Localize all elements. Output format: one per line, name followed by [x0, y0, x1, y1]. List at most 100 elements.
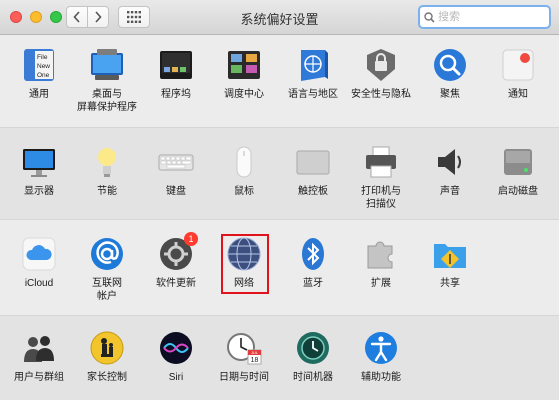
- pref-parental-controls[interactable]: 家长控制: [73, 320, 141, 400]
- pref-icloud[interactable]: iCloud: [5, 226, 73, 306]
- system-section: 用户与群组 家长控制 Siri JUL 18 日期与时间 时间机器 辅助功能: [0, 315, 559, 400]
- users-groups-icon: [24, 336, 54, 362]
- startup-disk-icon: [504, 149, 532, 175]
- grid-icon: [127, 11, 141, 23]
- chevron-right-icon: [95, 11, 102, 23]
- pref-label: 聚焦: [440, 89, 460, 100]
- pref-desktop-screensaver[interactable]: 桌面与 屏幕保护程序: [73, 37, 141, 117]
- pref-label: iCloud: [24, 278, 54, 289]
- general-icon-text-3: One: [37, 72, 50, 79]
- calendar-day: 18: [251, 357, 259, 364]
- pref-extensions[interactable]: 扩展: [347, 226, 415, 306]
- show-all-button[interactable]: [118, 6, 150, 28]
- pref-label: Siri: [168, 372, 184, 383]
- pref-general[interactable]: File New One 通用: [5, 37, 73, 117]
- pref-label: 软件更新: [156, 278, 196, 289]
- pref-label: 共享: [440, 278, 460, 289]
- search-input[interactable]: [435, 8, 540, 26]
- pref-label: 安全性与隐私: [351, 89, 411, 100]
- back-button[interactable]: [66, 6, 88, 28]
- pref-keyboard[interactable]: 键盘: [142, 134, 210, 214]
- pref-label: 日期与时间: [219, 372, 269, 383]
- extensions-icon: [367, 241, 393, 269]
- security-privacy-icon: [367, 49, 395, 81]
- search-field[interactable]: [418, 5, 551, 29]
- language-region-icon: [301, 50, 328, 81]
- desktop-screensaver-icon: [91, 49, 123, 80]
- pref-label: 程序坞: [161, 89, 191, 100]
- trackpad-icon: [296, 150, 330, 175]
- software-update-icon-wrap: 1: [158, 232, 198, 272]
- pref-label: 语言与地区: [288, 89, 338, 100]
- general-icon-text-1: File: [37, 54, 48, 61]
- calendar-month: JUL: [251, 350, 259, 355]
- pref-label: 启动磁盘: [498, 186, 538, 197]
- sharing-icon: [434, 244, 466, 268]
- pref-label: 时间机器: [293, 372, 333, 383]
- pref-accessibility[interactable]: 辅助功能: [347, 320, 415, 400]
- minimize-button[interactable]: [30, 11, 42, 23]
- pref-trackpad[interactable]: 触控板: [279, 134, 347, 214]
- pref-startup-disk[interactable]: 启动磁盘: [484, 134, 552, 214]
- pref-bluetooth[interactable]: 蓝牙: [279, 226, 347, 306]
- displays-icon: [23, 149, 55, 177]
- personal-section: File New One 通用 桌面与 屏幕保护程序 程序坞 调度中心 语言与地…: [0, 35, 559, 127]
- search-icon: [424, 11, 435, 23]
- pref-label: 打印机与 扫描仪: [361, 186, 401, 210]
- pref-internet-accounts[interactable]: 互联网 帐户: [73, 226, 141, 306]
- pref-sound[interactable]: 声音: [416, 134, 484, 214]
- pref-label: 显示器: [24, 186, 54, 197]
- pref-label: 辅助功能: [361, 372, 401, 383]
- parental-controls-icon: [90, 331, 124, 365]
- system-preferences-window: 系统偏好设置 File New One 通用 桌面与 屏幕保护程: [0, 0, 559, 400]
- pref-displays[interactable]: 显示器: [5, 134, 73, 214]
- mouse-icon: [236, 146, 252, 178]
- pref-label: 蓝牙: [303, 278, 323, 289]
- pref-label: 声音: [440, 186, 460, 197]
- spotlight-icon: [434, 49, 466, 81]
- pref-software-update[interactable]: 1 软件更新: [142, 226, 210, 306]
- pref-label: 互联网 帐户: [92, 278, 122, 302]
- pref-label: 桌面与 屏幕保护程序: [77, 89, 137, 113]
- pref-security-privacy[interactable]: 安全性与隐私: [347, 37, 415, 117]
- bluetooth-icon: [302, 238, 324, 270]
- sound-icon: [438, 149, 461, 175]
- pref-time-machine[interactable]: 时间机器: [279, 320, 347, 400]
- forward-button[interactable]: [87, 6, 109, 28]
- icloud-icon: [22, 237, 56, 271]
- general-icon: File New One: [24, 49, 54, 81]
- close-button[interactable]: [10, 11, 22, 23]
- pref-siri[interactable]: Siri: [142, 320, 210, 400]
- pref-label: 家长控制: [87, 372, 127, 383]
- pref-label: 鼠标: [234, 186, 254, 197]
- internet-wireless-section: iCloud 互联网 帐户 1 软件更新 网络 蓝牙 扩展 共享: [0, 219, 559, 315]
- pref-label: 用户与群组: [14, 372, 64, 383]
- pref-language-region[interactable]: 语言与地区: [279, 37, 347, 117]
- pref-printers-scanners[interactable]: 打印机与 扫描仪: [347, 134, 415, 214]
- time-machine-icon: [297, 332, 329, 364]
- pref-spotlight[interactable]: 聚焦: [416, 37, 484, 117]
- pref-dock[interactable]: 程序坞: [142, 37, 210, 117]
- chevron-left-icon: [73, 11, 80, 23]
- pref-label: 通知: [508, 89, 528, 100]
- pref-mission-control[interactable]: 调度中心: [210, 37, 278, 117]
- mission-control-icon: [228, 51, 260, 79]
- pref-label: 键盘: [166, 186, 186, 197]
- pref-notifications[interactable]: 通知: [484, 37, 552, 117]
- pref-mouse[interactable]: 鼠标: [210, 134, 278, 214]
- network-highlight-box: [221, 234, 269, 294]
- pref-users-groups[interactable]: 用户与群组: [5, 320, 73, 400]
- pref-sharing[interactable]: 共享: [416, 226, 484, 306]
- general-icon-text-2: New: [37, 63, 50, 70]
- internet-accounts-icon: [91, 238, 123, 270]
- pref-date-time[interactable]: JUL 18 日期与时间: [210, 320, 278, 400]
- dock-icon: [160, 51, 192, 79]
- zoom-button[interactable]: [50, 11, 62, 23]
- energy-saver-icon: [98, 148, 116, 177]
- pref-label: 触控板: [298, 186, 328, 197]
- pref-energy-saver[interactable]: 节能: [73, 134, 141, 214]
- pref-label: 节能: [97, 186, 117, 197]
- pref-label: 通用: [29, 89, 49, 100]
- pref-label: 调度中心: [224, 89, 264, 100]
- accessibility-icon: [365, 332, 397, 364]
